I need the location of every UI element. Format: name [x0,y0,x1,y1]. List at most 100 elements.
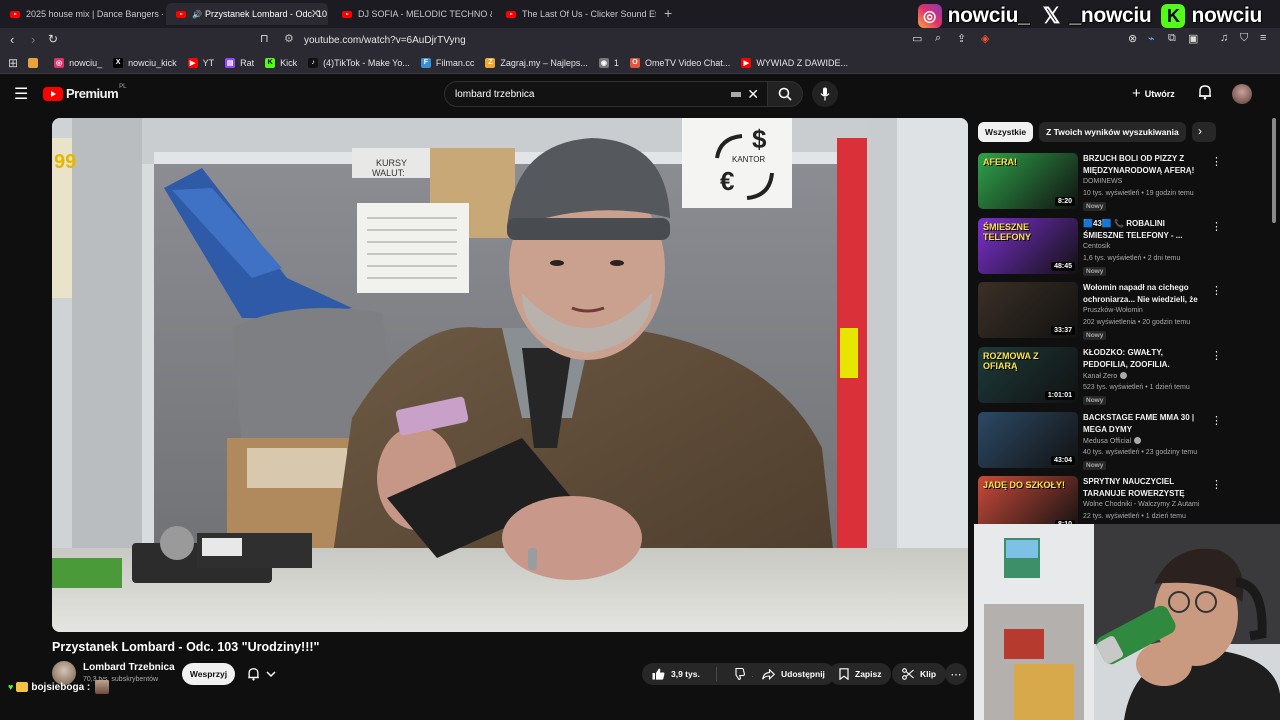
sidebar-scrollbar[interactable] [1272,118,1276,223]
bookmark-item[interactable]: ◉ 1 [598,57,619,68]
chevron-right-icon[interactable]: › [1198,124,1202,138]
bookmark-item[interactable]: Z Zagraj.my – Najleps... [485,57,588,68]
browser-tab-active[interactable]: 🔊 Przystanek Lombard - Odc. 10 ✕ [166,3,328,25]
recommendation-item[interactable]: AFERA! 8:20 BRZUCH BOLI OD PIZZY Z MIĘDZYN… [978,153,1222,213]
browser-tab[interactable]: 2025 house mix | Dance Bangers - Yo [0,3,163,25]
music-icon[interactable]: ♫ [1220,32,1228,44]
sidebar-icon[interactable]: ▣ [1188,32,1198,45]
bookmark-item[interactable]: Xnowciu_kick [113,57,177,68]
url-text: youtube.com/watch?v=6AuDjrTVyng [304,34,466,46]
more-vertical-icon[interactable]: ⋮ [1211,284,1222,297]
video-title[interactable]: 🟦43🟦 📞 ROBALINI ŚMIESZNE TELEFONY - ... [1083,218,1205,241]
support-button[interactable]: Wesprzyj [182,663,235,685]
keyboard-icon[interactable] [731,92,741,97]
recommendation-item[interactable]: ŚMIESZNE TELEFONY 48:45 🟦43🟦 📞 ROBALINI ŚM… [978,218,1222,278]
notifications-button[interactable] [1198,84,1212,105]
video-thumbnail[interactable]: 43:04 [978,412,1078,468]
bookmark-item[interactable]: ▤ Rat [225,57,254,68]
video-title[interactable]: Wołomin napadł na cichego ochroniarza...… [1083,282,1205,305]
forward-icon[interactable]: › [31,32,35,47]
clip-button[interactable]: Klip [892,663,947,685]
channel-label: Kanał Zero [1083,373,1118,380]
clear-icon[interactable]: ✕ [747,86,759,103]
browser-tab[interactable]: The Last Of Us - Clicker Sound Effect [496,3,656,25]
video-title: Przystanek Lombard - Odc. 103 "Urodziny!… [52,640,320,654]
shield-icon[interactable]: ⛉ [1240,32,1248,45]
video-thumbnail[interactable]: ŚMIESZNE TELEFONY 48:45 [978,218,1078,274]
browser-tab[interactable]: DJ SOFIA - MELODIC TECHNO & FU [332,3,492,25]
extension-icon[interactable]: ⊗ [1128,32,1137,45]
channel-name[interactable]: Wolne Chodniki - Walczymy Z Autami [1083,501,1199,508]
like-button[interactable]: 3,9 tys. [642,663,710,685]
address-bar[interactable]: ⚙ youtube.com/watch?v=6AuDjrTVyng [282,31,1002,49]
video-title[interactable]: KŁODZKO: GWAŁTY, PEDOFILIA, ZOOFILIA. WS… [1083,347,1205,370]
video-title[interactable]: BACKSTAGE FAME MMA 30 | MEGA DYMY [1083,412,1205,435]
bookmark-item[interactable]: K Kick [265,57,297,68]
channel-name[interactable]: Kanał Zero [1083,372,1128,380]
reload-icon[interactable]: ↻ [48,32,58,46]
create-button[interactable]: + Utwórz [1132,85,1175,102]
share-label: Udostępnij [781,669,825,679]
bookmark-item[interactable]: F Filman.cc [420,57,474,68]
menu-icon[interactable]: ≡ [1260,32,1266,44]
cast-icon[interactable]: ▭ [912,32,922,45]
voice-search-button[interactable] [812,81,838,107]
bookmark-item[interactable]: O OmeTV Video Chat... [629,57,730,68]
recommendation-item[interactable]: 33:37 Wołomin napadł na cichego ochroniar… [978,282,1222,342]
bookmark-label: 1 [613,57,619,68]
more-vertical-icon[interactable]: ⋮ [1211,414,1222,427]
close-icon[interactable]: ✕ [311,7,320,20]
instagram-icon: ◎ [917,4,942,28]
video-title[interactable]: BRZUCH BOLI OD PIZZY Z MIĘDZYNARODOWĄ AF… [1083,153,1205,176]
video-thumbnail[interactable]: 33:37 [978,282,1078,338]
search-input[interactable]: lombard trzebnica ✕ [444,81,768,107]
recommendation-item[interactable]: ROZMOWA Z OFIARĄ 1:01:01 KŁODZKO: GWAŁTY, … [978,347,1222,407]
share-button[interactable]: Udostępnij [752,663,835,685]
more-actions-button[interactable]: ⋯ [945,663,967,685]
extension-icon[interactable]: ⧉ [1168,32,1176,45]
thumbnail-text: JADĘ DO SZKOŁY! [983,480,1066,490]
channel-name[interactable]: Centosik [1083,243,1110,250]
twitch-icon: ▤ [225,57,236,68]
apps-grid-icon[interactable]: ⊞ [8,56,18,70]
new-tab-button[interactable]: + [664,5,672,21]
chip-partial[interactable] [1191,122,1216,142]
search-button[interactable] [767,81,803,107]
share-icon[interactable]: ⇪ [957,32,966,45]
subscription-bell-button[interactable] [242,663,284,685]
upload-age: 1 dzień temu [1145,513,1186,520]
thumbnail-text: ROZMOWA Z OFIARĄ [983,351,1039,371]
bookmark-item[interactable]: ▶ WYWIAD Z DAWIDE... [741,57,848,68]
more-vertical-icon[interactable]: ⋮ [1211,349,1222,362]
channel-name[interactable]: Pruszków-Wołomin [1083,307,1143,314]
zoom-icon[interactable]: ⌕ [935,32,941,45]
video-thumbnail[interactable]: AFERA! 8:20 [978,153,1078,209]
video-title[interactable]: SPRYTNY NAUCZYCIEL TARANUJE ROWERZYSTĘ P… [1083,476,1205,499]
more-vertical-icon[interactable]: ⋮ [1211,478,1222,491]
bookmark-item[interactable] [28,57,43,68]
more-vertical-icon[interactable]: ⋮ [1211,155,1222,168]
bookmark-item[interactable]: ♪ (4)TikTok - Make Yo... [308,57,410,68]
bookmark-item[interactable]: ◎ nowciu_ [54,57,102,68]
menu-icon[interactable]: ☰ [14,84,28,104]
more-vertical-icon[interactable]: ⋮ [1211,220,1222,233]
back-icon[interactable]: ‹ [10,32,14,47]
channel-name[interactable]: DOMINEWS [1083,178,1122,185]
bookmark-icon[interactable]: ⊓ [260,32,269,45]
recommendation-item[interactable]: 43:04 BACKSTAGE FAME MMA 30 | MEGA DYMY Me… [978,412,1222,472]
brave-shield-icon[interactable]: ◈ [981,32,989,45]
account-avatar[interactable] [1232,84,1252,104]
video-player[interactable]: 99 KURSY WALUT: $ € KANTOR [52,118,968,632]
channel-name[interactable]: Lombard Trzebnica [83,662,175,673]
bell-icon [248,668,259,681]
bookmark-item[interactable]: ▶ YT [187,57,214,68]
chip-from-search[interactable]: Z Twoich wyników wyszukiwania [1039,122,1186,142]
save-button[interactable]: Zapisz [829,663,892,685]
video-thumbnail[interactable]: ROZMOWA Z OFIARĄ 1:01:01 [978,347,1078,403]
vpn-icon[interactable]: ⌁ [1148,32,1155,45]
site-info-icon[interactable]: ⚙ [284,32,294,45]
youtube-logo[interactable]: Premium PL [43,84,126,101]
channel-name[interactable]: Medusa Official [1083,437,1142,445]
video-duration: 1:01:01 [1044,391,1075,400]
chip-all[interactable]: Wszystkie [978,122,1034,142]
